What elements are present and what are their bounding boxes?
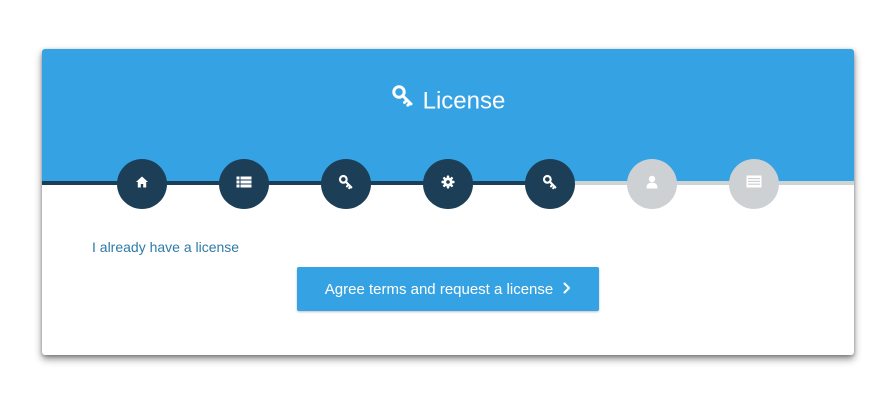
list-box-icon bbox=[746, 175, 762, 193]
home-icon bbox=[135, 175, 149, 194]
step-settings[interactable] bbox=[423, 159, 473, 209]
step-license-key[interactable] bbox=[321, 159, 371, 209]
key-icon bbox=[542, 174, 558, 195]
key-icon bbox=[338, 174, 354, 195]
user-icon bbox=[646, 175, 658, 194]
request-license-button[interactable]: Agree terms and request a license bbox=[297, 267, 599, 311]
step-user[interactable] bbox=[627, 159, 677, 209]
request-license-button-label: Agree terms and request a license bbox=[324, 280, 554, 298]
existing-license-link[interactable]: I already have a license bbox=[92, 238, 239, 256]
key-icon bbox=[391, 84, 415, 115]
chevron-right-icon bbox=[563, 281, 571, 298]
step-license-current[interactable] bbox=[525, 159, 575, 209]
step-list[interactable] bbox=[219, 159, 269, 209]
page-title-text: License bbox=[422, 87, 506, 115]
list-icon bbox=[236, 175, 252, 194]
page-title: License bbox=[42, 84, 854, 116]
license-card: License I already have a license Agree t… bbox=[42, 49, 854, 355]
progress-track-remaining bbox=[550, 181, 854, 185]
step-summary[interactable] bbox=[729, 159, 779, 209]
gear-icon bbox=[441, 175, 455, 194]
step-home[interactable] bbox=[117, 159, 167, 209]
